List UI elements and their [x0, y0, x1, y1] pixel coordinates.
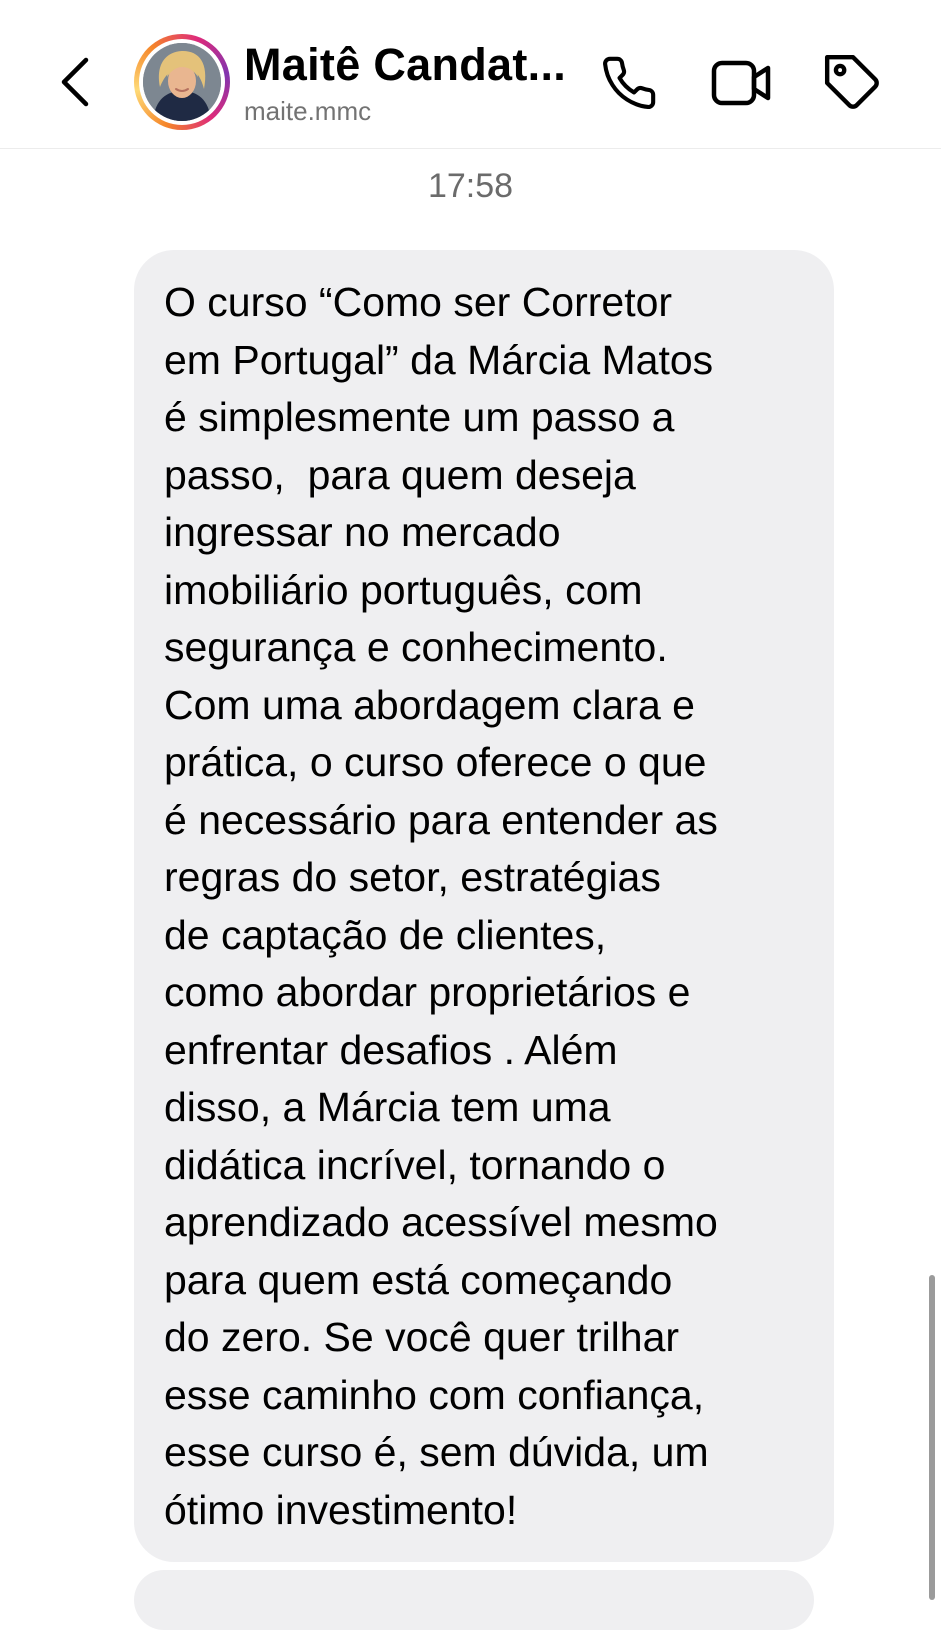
- message-text: O curso “Como ser Corretor em Portugal” d…: [164, 274, 824, 1539]
- avatar-frame: [139, 39, 225, 125]
- message-line: prática, o curso oferece o que: [164, 739, 707, 785]
- message-line: esse caminho com confiança,: [164, 1371, 705, 1418]
- message-line: O curso “Como ser Corretor: [164, 279, 673, 325]
- message-timestamp: 17:58: [427, 167, 514, 205]
- call-button[interactable]: [600, 54, 658, 112]
- back-button[interactable]: [52, 52, 100, 112]
- message-line: como abordar proprietários e: [164, 969, 691, 1015]
- message-line: enfrentar desafios . Além: [164, 1026, 618, 1073]
- message-line: é simplesmente um passo a: [164, 394, 675, 440]
- tag-icon: [824, 54, 879, 109]
- message-bubble[interactable]: O curso “Como ser Corretor em Portugal” d…: [134, 250, 834, 1562]
- message-line: regras do setor, estratégias: [164, 854, 661, 900]
- video-call-button[interactable]: [710, 54, 774, 112]
- message-line: em Portugal” da Márcia Matos: [164, 336, 714, 383]
- message-line: ingressar no mercado: [164, 509, 561, 555]
- video-camera-icon: [711, 60, 771, 106]
- message-line: didática incrível, tornando o: [164, 1141, 666, 1188]
- message-line: esse curso é, sem dúvida, um: [164, 1429, 709, 1475]
- message-line: do zero. Se você quer trilhar: [164, 1314, 680, 1360]
- message-bubble-next[interactable]: [134, 1570, 814, 1630]
- message-line: é necessário para entender as: [164, 796, 718, 843]
- message-line: Com uma abordagem clara e: [164, 681, 695, 728]
- chat-header: Maitê Candat... maite.mmc: [0, 0, 941, 149]
- phone-icon: [603, 56, 656, 110]
- message-line: segurança e conhecimento.: [164, 624, 668, 670]
- message-line: disso, a Márcia tem uma: [164, 1084, 611, 1130]
- message-line: ótimo investimento!: [164, 1486, 518, 1533]
- avatar-photo: [143, 43, 221, 121]
- message-line: de captação de clientes,: [164, 911, 607, 958]
- message-line: aprendizado acessível mesmo: [164, 1199, 718, 1245]
- scrollbar[interactable]: [929, 1275, 935, 1600]
- avatar[interactable]: [134, 34, 230, 130]
- message-line: passo, para quem deseja: [164, 451, 636, 498]
- tag-button[interactable]: [822, 52, 884, 114]
- message-line: para quem está começando: [164, 1256, 673, 1303]
- message-line: imobiliário português, com: [164, 566, 643, 613]
- contact-name[interactable]: Maitê Candat...: [244, 38, 584, 92]
- chevron-left-icon: [61, 57, 89, 107]
- contact-username: maite.mmc: [244, 96, 372, 126]
